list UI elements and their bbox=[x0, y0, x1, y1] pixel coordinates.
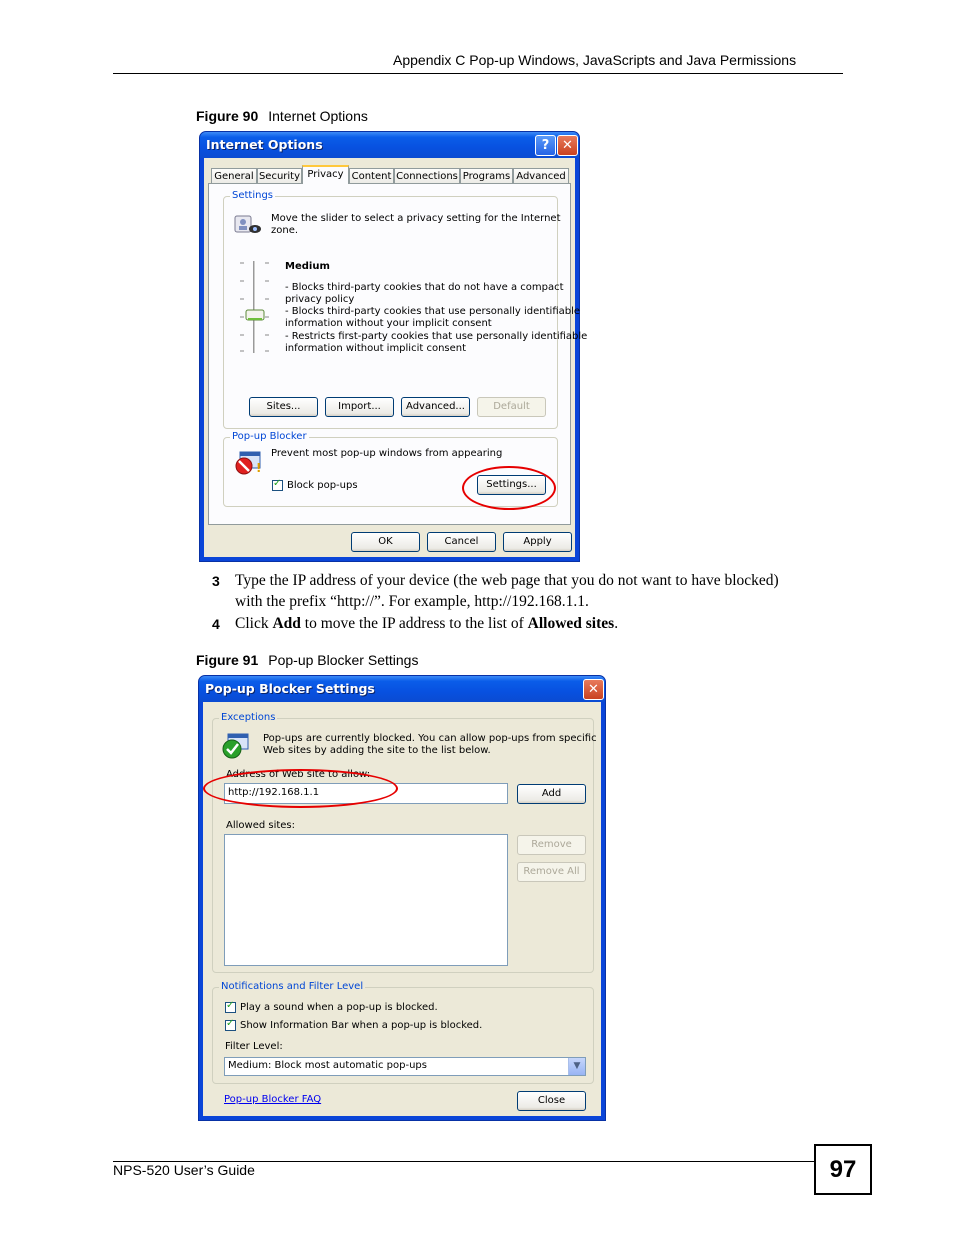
tab-programs[interactable]: Programs bbox=[460, 168, 513, 183]
popup-blocker-settings-title: Pop-up Blocker Settings bbox=[205, 681, 375, 696]
privacy-desc-3: - Blocks third-party cookies that use pe… bbox=[285, 306, 581, 317]
tab-connections[interactable]: Connections bbox=[394, 168, 460, 183]
privacy-desc-4: information without your implicit consen… bbox=[285, 318, 492, 329]
show-infobar-checkbox[interactable] bbox=[225, 1018, 236, 1031]
exceptions-info-line2: Web sites by adding the site to the list… bbox=[263, 745, 491, 756]
tab-content[interactable]: Content bbox=[349, 168, 394, 183]
figure-90-caption: Figure 90 Internet Options bbox=[196, 108, 368, 124]
figure-91-caption: Figure 91 Pop-up Blocker Settings bbox=[196, 652, 418, 668]
block-popups-label: Block pop-ups bbox=[287, 480, 358, 491]
popup-blocker-icon: ! bbox=[234, 450, 264, 476]
popup-blocker-faq-link[interactable]: Pop-up Blocker FAQ bbox=[224, 1094, 321, 1105]
step-4: 4 Click Add to move the IP address to th… bbox=[212, 613, 852, 634]
sites-button[interactable]: Sites... bbox=[249, 397, 318, 417]
header-rule bbox=[113, 73, 843, 74]
help-icon[interactable]: ? bbox=[535, 135, 556, 156]
address-highlight-ellipse bbox=[203, 769, 398, 808]
figure-90-number: Figure 90 bbox=[196, 108, 259, 124]
privacy-icon bbox=[234, 213, 262, 235]
allowed-sites-list[interactable] bbox=[224, 834, 508, 966]
popup-blocker-description: Prevent most pop-up windows from appeari… bbox=[271, 448, 503, 459]
privacy-desc-6: information without implicit consent bbox=[285, 343, 467, 354]
default-button[interactable]: Default bbox=[477, 397, 546, 417]
page-header-title: Appendix C Pop-up Windows, JavaScripts a… bbox=[393, 52, 797, 68]
settings-group-label: Settings bbox=[230, 190, 276, 201]
settings-highlight-ellipse bbox=[462, 466, 556, 510]
filter-level-value: Medium: Block most automatic pop-ups bbox=[228, 1060, 427, 1071]
block-popups-checkbox[interactable] bbox=[272, 478, 283, 491]
popup-blocker-settings-titlebar[interactable]: Pop-up Blocker Settings ✕ bbox=[199, 676, 605, 702]
privacy-desc-2: privacy policy bbox=[285, 294, 355, 305]
step-4-add: Add bbox=[272, 615, 301, 632]
tab-security[interactable]: Security bbox=[257, 168, 302, 183]
play-sound-checkbox[interactable] bbox=[225, 1000, 236, 1013]
tab-privacy[interactable]: Privacy bbox=[302, 165, 349, 184]
figure-90-title: Internet Options bbox=[268, 108, 368, 124]
privacy-level: Medium bbox=[285, 261, 330, 272]
cancel-button[interactable]: Cancel bbox=[427, 532, 496, 552]
filter-level-select[interactable]: Medium: Block most automatic pop-ups ▼ bbox=[224, 1057, 586, 1076]
popup-blocker-group-label: Pop-up Blocker bbox=[230, 431, 309, 442]
step-4-allowed-sites: Allowed sites bbox=[527, 615, 615, 632]
advanced-button[interactable]: Advanced... bbox=[401, 397, 470, 417]
chevron-down-icon[interactable]: ▼ bbox=[568, 1058, 585, 1075]
close-icon[interactable]: ✕ bbox=[583, 679, 604, 700]
play-sound-label: Play a sound when a pop-up is blocked. bbox=[240, 1002, 438, 1013]
step-4-text-pre: Click bbox=[235, 615, 273, 632]
privacy-intro-line1: Move the slider to select a privacy sett… bbox=[271, 213, 561, 224]
figure-91-title: Pop-up Blocker Settings bbox=[268, 652, 419, 668]
internet-options-titlebar[interactable]: Internet Options ? ✕ bbox=[200, 132, 579, 158]
notifications-group: Notifications and Filter Level Play a so… bbox=[212, 981, 594, 1084]
apply-button[interactable]: Apply bbox=[503, 532, 572, 552]
popup-blocker-settings-window: Pop-up Blocker Settings ✕ Exceptions Pop… bbox=[198, 675, 606, 1121]
show-infobar-label: Show Information Bar when a pop-up is bl… bbox=[240, 1020, 483, 1031]
step-4-number: 4 bbox=[212, 616, 220, 632]
footer-guide-title: NPS-520 User’s Guide bbox=[113, 1162, 255, 1178]
import-button[interactable]: Import... bbox=[325, 397, 394, 417]
tab-advanced[interactable]: Advanced bbox=[513, 168, 569, 183]
privacy-intro-line2: zone. bbox=[271, 225, 299, 236]
privacy-slider[interactable] bbox=[236, 259, 276, 355]
figure-91-number: Figure 91 bbox=[196, 652, 259, 668]
popup-blocker-settings-client: Exceptions Pop-ups are currently blocked… bbox=[203, 702, 601, 1116]
settings-group: Settings Move the slider to select a pri… bbox=[223, 190, 587, 429]
shield-check-icon bbox=[222, 733, 250, 759]
exceptions-group: Exceptions Pop-ups are currently blocked… bbox=[212, 712, 597, 973]
exceptions-group-label: Exceptions bbox=[219, 712, 278, 723]
remove-button[interactable]: Remove bbox=[517, 835, 586, 855]
internet-options-title: Internet Options bbox=[206, 137, 323, 152]
step-3-line2: with the prefix “http://”. For example, … bbox=[235, 593, 589, 610]
step-3-line1: Type the IP address of your device (the … bbox=[235, 572, 779, 589]
step-4-text-mid: to move the IP address to the list of bbox=[300, 615, 528, 632]
page-number: 97 bbox=[814, 1144, 872, 1195]
filter-level-label: Filter Level: bbox=[225, 1041, 283, 1052]
allowed-sites-label: Allowed sites: bbox=[226, 820, 296, 831]
notifications-group-label: Notifications and Filter Level bbox=[219, 981, 366, 992]
svg-text:!: ! bbox=[256, 461, 261, 475]
exceptions-info-line1: Pop-ups are currently blocked. You can a… bbox=[263, 733, 597, 744]
close-button[interactable]: Close bbox=[517, 1091, 586, 1111]
tab-general[interactable]: General bbox=[211, 168, 257, 183]
add-button[interactable]: Add bbox=[517, 784, 586, 804]
privacy-desc-5: - Restricts first-party cookies that use… bbox=[285, 331, 588, 342]
remove-all-button[interactable]: Remove All bbox=[517, 862, 586, 882]
step-3-number: 3 bbox=[212, 573, 220, 589]
step-3: 3 Type the IP address of your device (th… bbox=[212, 570, 852, 612]
close-icon[interactable]: ✕ bbox=[557, 135, 578, 156]
privacy-desc-1: - Blocks third-party cookies that do not… bbox=[285, 282, 564, 293]
step-4-text-end: . bbox=[614, 615, 619, 632]
ok-button[interactable]: OK bbox=[351, 532, 420, 552]
